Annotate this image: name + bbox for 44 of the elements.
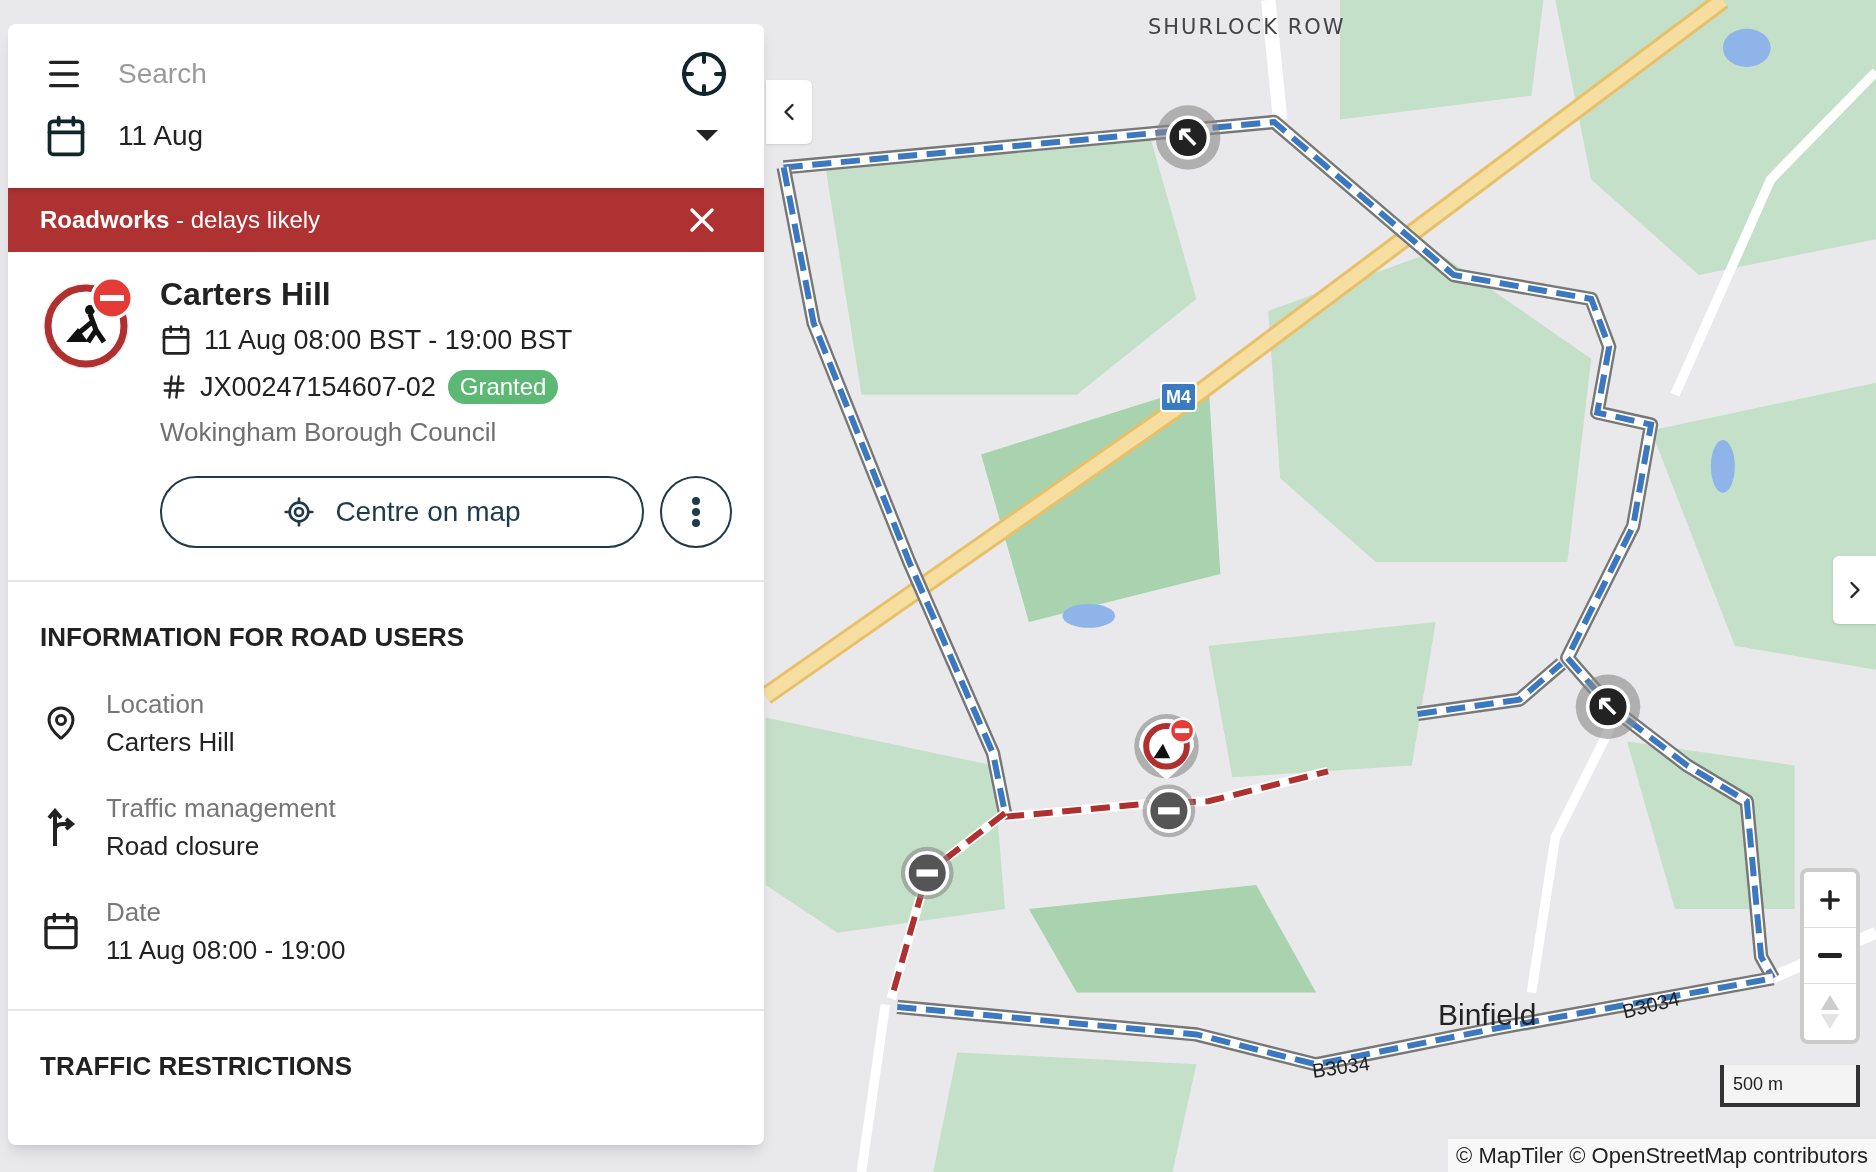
- lake: [1710, 440, 1735, 493]
- lake: [1722, 28, 1771, 67]
- compass-icon: [1821, 995, 1839, 1029]
- section-heading: INFORMATION FOR ROAD USERS: [40, 621, 466, 654]
- info-label: Traffic management: [106, 792, 336, 825]
- lake: [1062, 603, 1116, 628]
- info-value: Carters Hill: [106, 726, 235, 759]
- calendar-icon: [160, 324, 192, 356]
- more-icon: [692, 497, 700, 527]
- collapse-panel-button[interactable]: [766, 80, 812, 144]
- info-label: Date: [106, 896, 162, 929]
- dropdown-caret-icon: [696, 130, 718, 142]
- scale-bar: 500 m: [1720, 1065, 1860, 1107]
- no-entry-marker-icon[interactable]: [900, 846, 954, 900]
- town-label: Binfield: [1438, 997, 1537, 1033]
- more-options-button[interactable]: [660, 476, 732, 548]
- permit-reference: JX00247154607-02: [200, 370, 436, 404]
- banner-text: Roadworks - delays likely: [40, 205, 322, 235]
- expand-panel-button[interactable]: [1833, 556, 1876, 624]
- event-time: 11 Aug 08:00 BST - 19:00 BST: [204, 323, 573, 357]
- authority-name: Wokingham Borough Council: [160, 416, 498, 449]
- place-label: SHURLOCK ROW: [1148, 14, 1346, 41]
- road-label: B3034: [1619, 986, 1683, 1025]
- map-attribution: © MapTiler © OpenStreetMap contributors: [1448, 1139, 1876, 1172]
- road-label: B3034: [1310, 1051, 1372, 1084]
- info-value: Road closure: [106, 830, 261, 863]
- minus-icon: [1818, 953, 1842, 958]
- road-shield: M4: [1160, 382, 1197, 412]
- target-pin-icon: [283, 496, 316, 528]
- search-field[interactable]: Search: [118, 53, 646, 95]
- info-label: Location: [106, 688, 206, 721]
- info-value: 11 Aug 08:00 - 19:00: [106, 934, 346, 967]
- event-title: Carters Hill: [160, 275, 332, 314]
- locate-icon[interactable]: [680, 50, 728, 98]
- centre-on-map-button[interactable]: Centre on map: [160, 476, 644, 548]
- calendar-icon: [41, 911, 81, 951]
- date-selector[interactable]: 11 Aug: [44, 100, 728, 172]
- turn-arrow-icon: [47, 808, 75, 846]
- direction-arrow-marker-icon[interactable]: [1575, 674, 1641, 740]
- direction-arrow-marker-icon[interactable]: [1155, 105, 1221, 170]
- no-entry-marker-icon[interactable]: [1142, 784, 1196, 838]
- roadworks-marker-icon[interactable]: [1134, 713, 1199, 780]
- status-badge: Granted: [447, 370, 559, 404]
- section-heading: TRAFFIC RESTRICTIONS: [40, 1051, 352, 1081]
